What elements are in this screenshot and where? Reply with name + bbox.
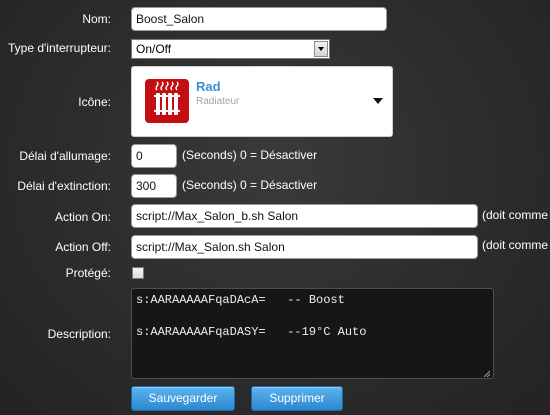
name-input[interactable]: Boost_Salon (131, 7, 387, 31)
description-line: s:AARAAAAAFqaDASY= --19°C Auto (136, 325, 367, 339)
save-button[interactable]: Sauvegarder (131, 386, 235, 411)
action-off-input[interactable]: script://Max_Salon.sh Salon (131, 235, 478, 259)
chevron-down-icon[interactable] (373, 98, 383, 104)
protected-label: Protégé: (65, 266, 111, 280)
protected-checkbox[interactable] (132, 267, 144, 279)
action-off-label: Action Off: (55, 240, 111, 254)
radiator-icon (145, 79, 189, 123)
dropdown-arrow-icon[interactable] (314, 41, 328, 57)
action-on-label: Action On: (54, 210, 111, 224)
on-delay-input[interactable]: 0 (131, 144, 177, 168)
icon-subtitle: Radiateur (196, 96, 240, 107)
description-textarea[interactable]: s:AARAAAAAFqaDAcA= -- Boost s:AARAAAAAFq… (131, 288, 494, 379)
switch-type-select[interactable]: On/Off (131, 39, 330, 59)
resize-grip-icon[interactable] (482, 367, 491, 378)
icon-picker[interactable]: Rad Radiateur (131, 66, 393, 137)
action-on-hint: (doit comme (482, 208, 549, 222)
description-label: Description: (47, 327, 111, 341)
on-delay-label: Délai d'allumage: (19, 149, 111, 163)
on-delay-hint: (Seconds) 0 = Désactiver (182, 148, 318, 162)
off-delay-label: Délai d'extinction: (17, 179, 111, 193)
icon-title: Rad (196, 79, 221, 94)
switch-type-value: On/Off (136, 42, 172, 56)
description-line: s:AARAAAAAFqaDAcA= -- Boost (136, 293, 345, 307)
action-off-hint: (doit comme (482, 238, 549, 252)
action-on-input[interactable]: script://Max_Salon_b.sh Salon (131, 204, 478, 228)
switch-type-label: Type d'interrupteur: (7, 41, 111, 55)
off-delay-hint: (Seconds) 0 = Désactiver (182, 178, 318, 192)
icon-label: Icône: (78, 95, 111, 109)
delete-button[interactable]: Supprimer (251, 386, 343, 411)
name-label: Nom: (82, 12, 111, 26)
off-delay-input[interactable]: 300 (131, 174, 177, 198)
